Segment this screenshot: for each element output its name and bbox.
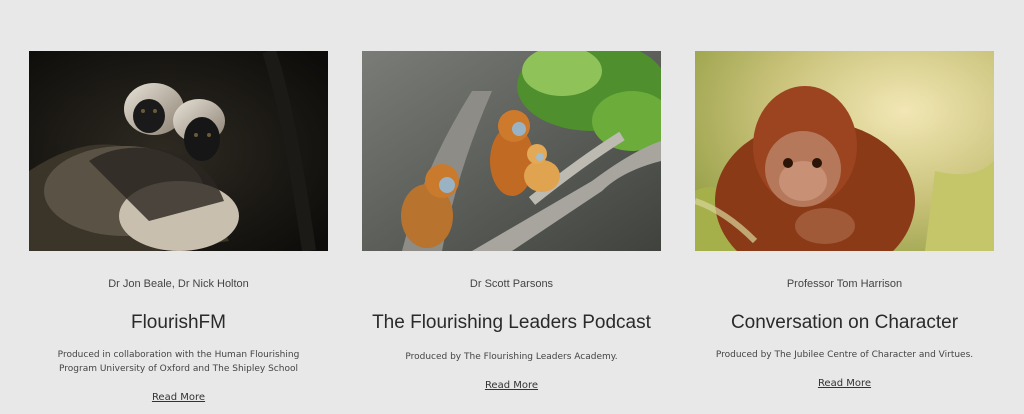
card-image-orangutan[interactable] <box>695 51 994 251</box>
podcast-card-conversation-on-character: Professor Tom Harrison Conversation on C… <box>695 51 994 390</box>
card-description: Produced by The Flourishing Leaders Acad… <box>405 352 618 362</box>
card-description: Produced in collaboration with the Human… <box>57 350 300 374</box>
card-image-tamarins[interactable] <box>29 51 328 251</box>
card-description: Produced by The Jubilee Centre of Charac… <box>715 350 974 360</box>
card-image-snub-nosed-monkeys[interactable] <box>362 51 661 251</box>
card-title: The Flourishing Leaders Podcast <box>372 312 651 333</box>
monkeys-photo <box>362 51 661 251</box>
podcast-card-flourishing-leaders: Dr Scott Parsons The Flourishing Leaders… <box>362 51 661 392</box>
read-more-link[interactable]: Read More <box>818 378 871 389</box>
tamarins-photo <box>29 51 328 251</box>
card-authors: Professor Tom Harrison <box>786 278 903 290</box>
card-authors: Dr Jon Beale, Dr Nick Holton <box>108 278 249 290</box>
podcast-card-flourishfm: Dr Jon Beale, Dr Nick Holton FlourishFM … <box>29 51 328 404</box>
orangutan-photo <box>695 51 994 251</box>
card-title: Conversation on Character <box>730 312 959 333</box>
read-more-link[interactable]: Read More <box>152 392 205 403</box>
read-more-link[interactable]: Read More <box>485 380 538 391</box>
card-authors: Dr Scott Parsons <box>469 278 554 290</box>
card-title: FlourishFM <box>130 312 226 333</box>
